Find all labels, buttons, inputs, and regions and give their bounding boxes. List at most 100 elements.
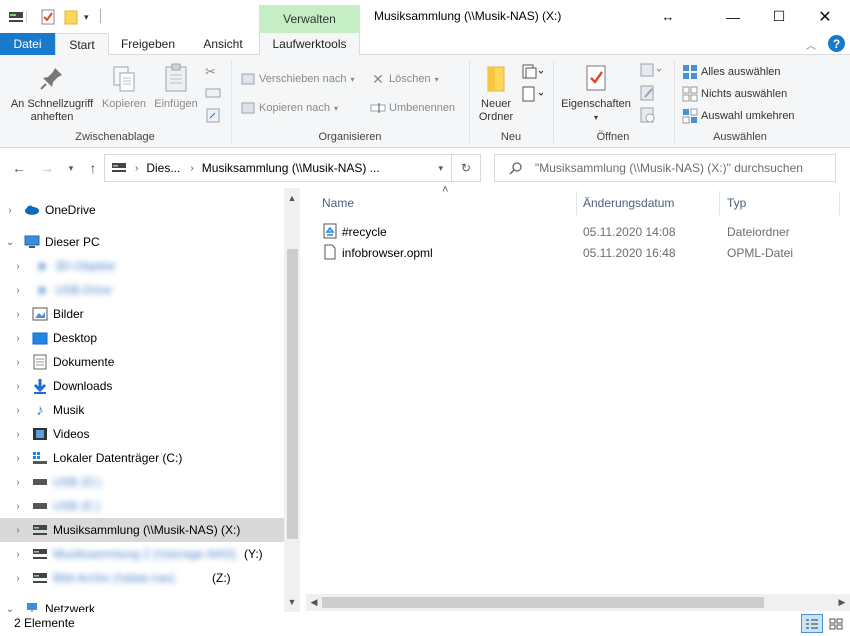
scroll-left-arrow-icon[interactable]: ◀	[306, 594, 322, 610]
select-none-button[interactable]: Nichts auswählen	[682, 86, 787, 102]
new-item-icon[interactable]	[521, 64, 544, 83]
cut-icon[interactable]: ✂	[205, 64, 216, 80]
expand-chevron-icon[interactable]: ›	[13, 453, 23, 464]
history-icon[interactable]	[640, 107, 656, 126]
column-separator[interactable]	[576, 191, 577, 215]
maximize-button[interactable]: ☐	[756, 0, 802, 33]
expand-chevron-icon[interactable]: ›	[13, 573, 23, 584]
large-icons-view-button[interactable]	[826, 615, 846, 633]
breadcrumb-this-pc[interactable]: Dies...	[146, 161, 180, 175]
tree-item-documents[interactable]: › Dokumente	[0, 350, 284, 374]
paste-button[interactable]: Einfügen	[150, 63, 202, 111]
address-bar[interactable]: › Dies... › Musiksammlung (\\Musik-NAS) …	[104, 154, 452, 182]
tree-item-blurred-2[interactable]: › ■ USB-Drive	[0, 278, 284, 302]
properties-qa-icon[interactable]	[40, 8, 56, 26]
file-row[interactable]: infobrowser.opml 05.11.2020 16:48 OPML-D…	[318, 242, 838, 263]
copy-button[interactable]: Kopieren	[100, 65, 148, 111]
column-header-name[interactable]: Name	[322, 188, 354, 218]
tree-item-blurred-4[interactable]: › USB (E:)	[0, 494, 284, 518]
properties-button[interactable]: Eigenschaften ▾	[558, 64, 634, 124]
open-icon[interactable]	[640, 63, 664, 80]
edit-icon[interactable]	[640, 85, 656, 104]
copy-path-icon[interactable]	[205, 87, 221, 102]
tree-item-this-pc[interactable]: ⌄ Dieser PC	[0, 230, 284, 254]
tab-file[interactable]: Datei	[0, 33, 55, 55]
scroll-right-arrow-icon[interactable]: ▶	[834, 594, 850, 610]
tree-item-nas-y[interactable]: › Musiksammlung 2 (\\storage-NAS) (Y:)	[0, 542, 284, 566]
invert-selection-button[interactable]: Auswahl umkehren	[682, 108, 795, 124]
recent-locations-chevron-icon[interactable]: ▾	[60, 159, 82, 177]
expand-chevron-icon[interactable]: ›	[13, 285, 23, 296]
expand-chevron-icon[interactable]: ›	[13, 333, 23, 344]
tree-item-music-nas[interactable]: › Musiksammlung (\\Musik-NAS) (X:)	[0, 518, 284, 542]
navigation-pane-scroll-thumb[interactable]	[287, 249, 298, 539]
tree-item-music[interactable]: › ♪ Musik	[0, 398, 284, 422]
scroll-up-arrow-icon[interactable]: ▲	[284, 190, 300, 206]
expand-chevron-icon[interactable]: ›	[13, 405, 23, 416]
music-icon: ♪	[36, 401, 44, 419]
tree-item-network[interactable]: ⌄ Netzwerk	[0, 597, 284, 612]
back-button[interactable]: ←	[8, 159, 30, 177]
collapse-chevron-icon[interactable]: ⌄	[5, 604, 15, 613]
expand-chevron-icon[interactable]: ›	[13, 381, 23, 392]
expand-chevron-icon[interactable]: ›	[13, 309, 23, 320]
tree-item-downloads[interactable]: › Downloads	[0, 374, 284, 398]
column-header-type[interactable]: Typ	[727, 188, 746, 218]
collapse-ribbon-icon[interactable]: ︿	[806, 37, 816, 52]
column-separator[interactable]	[839, 191, 840, 215]
select-all-button[interactable]: Alles auswählen	[682, 64, 781, 80]
move-to-button[interactable]: Verschieben nach ▾	[240, 71, 354, 87]
move-to-label: Verschieben nach	[259, 73, 347, 85]
tree-item-onedrive[interactable]: › OneDrive	[0, 198, 284, 222]
scroll-down-arrow-icon[interactable]: ▼	[284, 594, 300, 610]
new-folder-button[interactable]: Neuer Ordner	[474, 64, 518, 124]
tab-share[interactable]: Freigeben	[113, 33, 183, 55]
customize-qa-icon[interactable]: ▾	[84, 8, 89, 26]
expand-chevron-icon[interactable]: ›	[13, 549, 23, 560]
expand-chevron-icon[interactable]: ›	[13, 429, 23, 440]
expand-chevron-icon[interactable]: ›	[13, 261, 23, 272]
copy-to-button[interactable]: Kopieren nach ▾	[240, 100, 338, 116]
breadcrumb-current[interactable]: Musiksammlung (\\Musik-NAS) ...	[202, 161, 380, 175]
expand-chevron-icon[interactable]: ›	[13, 477, 23, 488]
tree-label: USB (E:)	[53, 499, 101, 513]
downloads-icon	[32, 378, 48, 394]
rename-button[interactable]: Umbenennen	[370, 100, 455, 116]
easy-access-icon[interactable]	[521, 86, 544, 105]
help-icon[interactable]: ?	[828, 35, 845, 52]
column-header-date[interactable]: Änderungsdatum	[583, 188, 674, 218]
close-button[interactable]: ✕	[802, 0, 848, 33]
forward-button[interactable]: →	[36, 159, 58, 177]
pin-quick-access-button[interactable]: An Schnellzugriff anheften	[6, 65, 98, 124]
tree-item-local-disk[interactable]: › Lokaler Datenträger (C:)	[0, 446, 284, 470]
expand-chevron-icon[interactable]: ›	[13, 501, 23, 512]
tree-item-blurred-1[interactable]: › ■ 3D-Objekte	[0, 254, 284, 278]
tab-view[interactable]: Ansicht	[191, 33, 255, 55]
up-button[interactable]: ↑	[82, 159, 104, 177]
file-row[interactable]: #recycle 05.11.2020 14:08 Dateiordner	[318, 221, 838, 242]
expand-chevron-icon[interactable]: ›	[5, 205, 15, 216]
tab-drive-tools[interactable]: Laufwerktools	[259, 33, 360, 55]
collapse-chevron-icon[interactable]: ⌄	[5, 237, 15, 248]
tab-start[interactable]: Start	[55, 33, 109, 56]
desktop-icon	[32, 330, 48, 346]
delete-button[interactable]: ✕ Löschen ▾	[370, 71, 438, 87]
new-folder-qa-icon[interactable]	[63, 8, 79, 26]
tree-item-desktop[interactable]: › Desktop	[0, 326, 284, 350]
tree-label: Dieser PC	[45, 235, 100, 249]
search-box[interactable]: "Musiksammlung (\\Musik-NAS) (X:)" durch…	[494, 154, 836, 182]
file-list-scroll-thumb[interactable]	[322, 597, 764, 608]
column-separator[interactable]	[719, 191, 720, 215]
tree-item-blurred-3[interactable]: › USB (D:)	[0, 470, 284, 494]
minimize-button[interactable]: —	[710, 0, 756, 33]
tree-item-nas-z[interactable]: › Bild-Archiv (\\data-nas) (Z:)	[0, 566, 284, 590]
details-view-button[interactable]	[801, 614, 823, 633]
expand-chevron-icon[interactable]: ›	[13, 357, 23, 368]
address-dropdown-chevron-icon[interactable]: ▾	[438, 163, 443, 174]
paste-shortcut-icon[interactable]	[206, 107, 220, 126]
tree-item-videos[interactable]: › Videos	[0, 422, 284, 446]
refresh-button[interactable]: ↻	[452, 154, 481, 182]
tree-item-pictures[interactable]: › Bilder	[0, 302, 284, 326]
expand-chevron-icon[interactable]: ›	[13, 525, 23, 536]
invert-selection-label: Auswahl umkehren	[701, 110, 795, 122]
